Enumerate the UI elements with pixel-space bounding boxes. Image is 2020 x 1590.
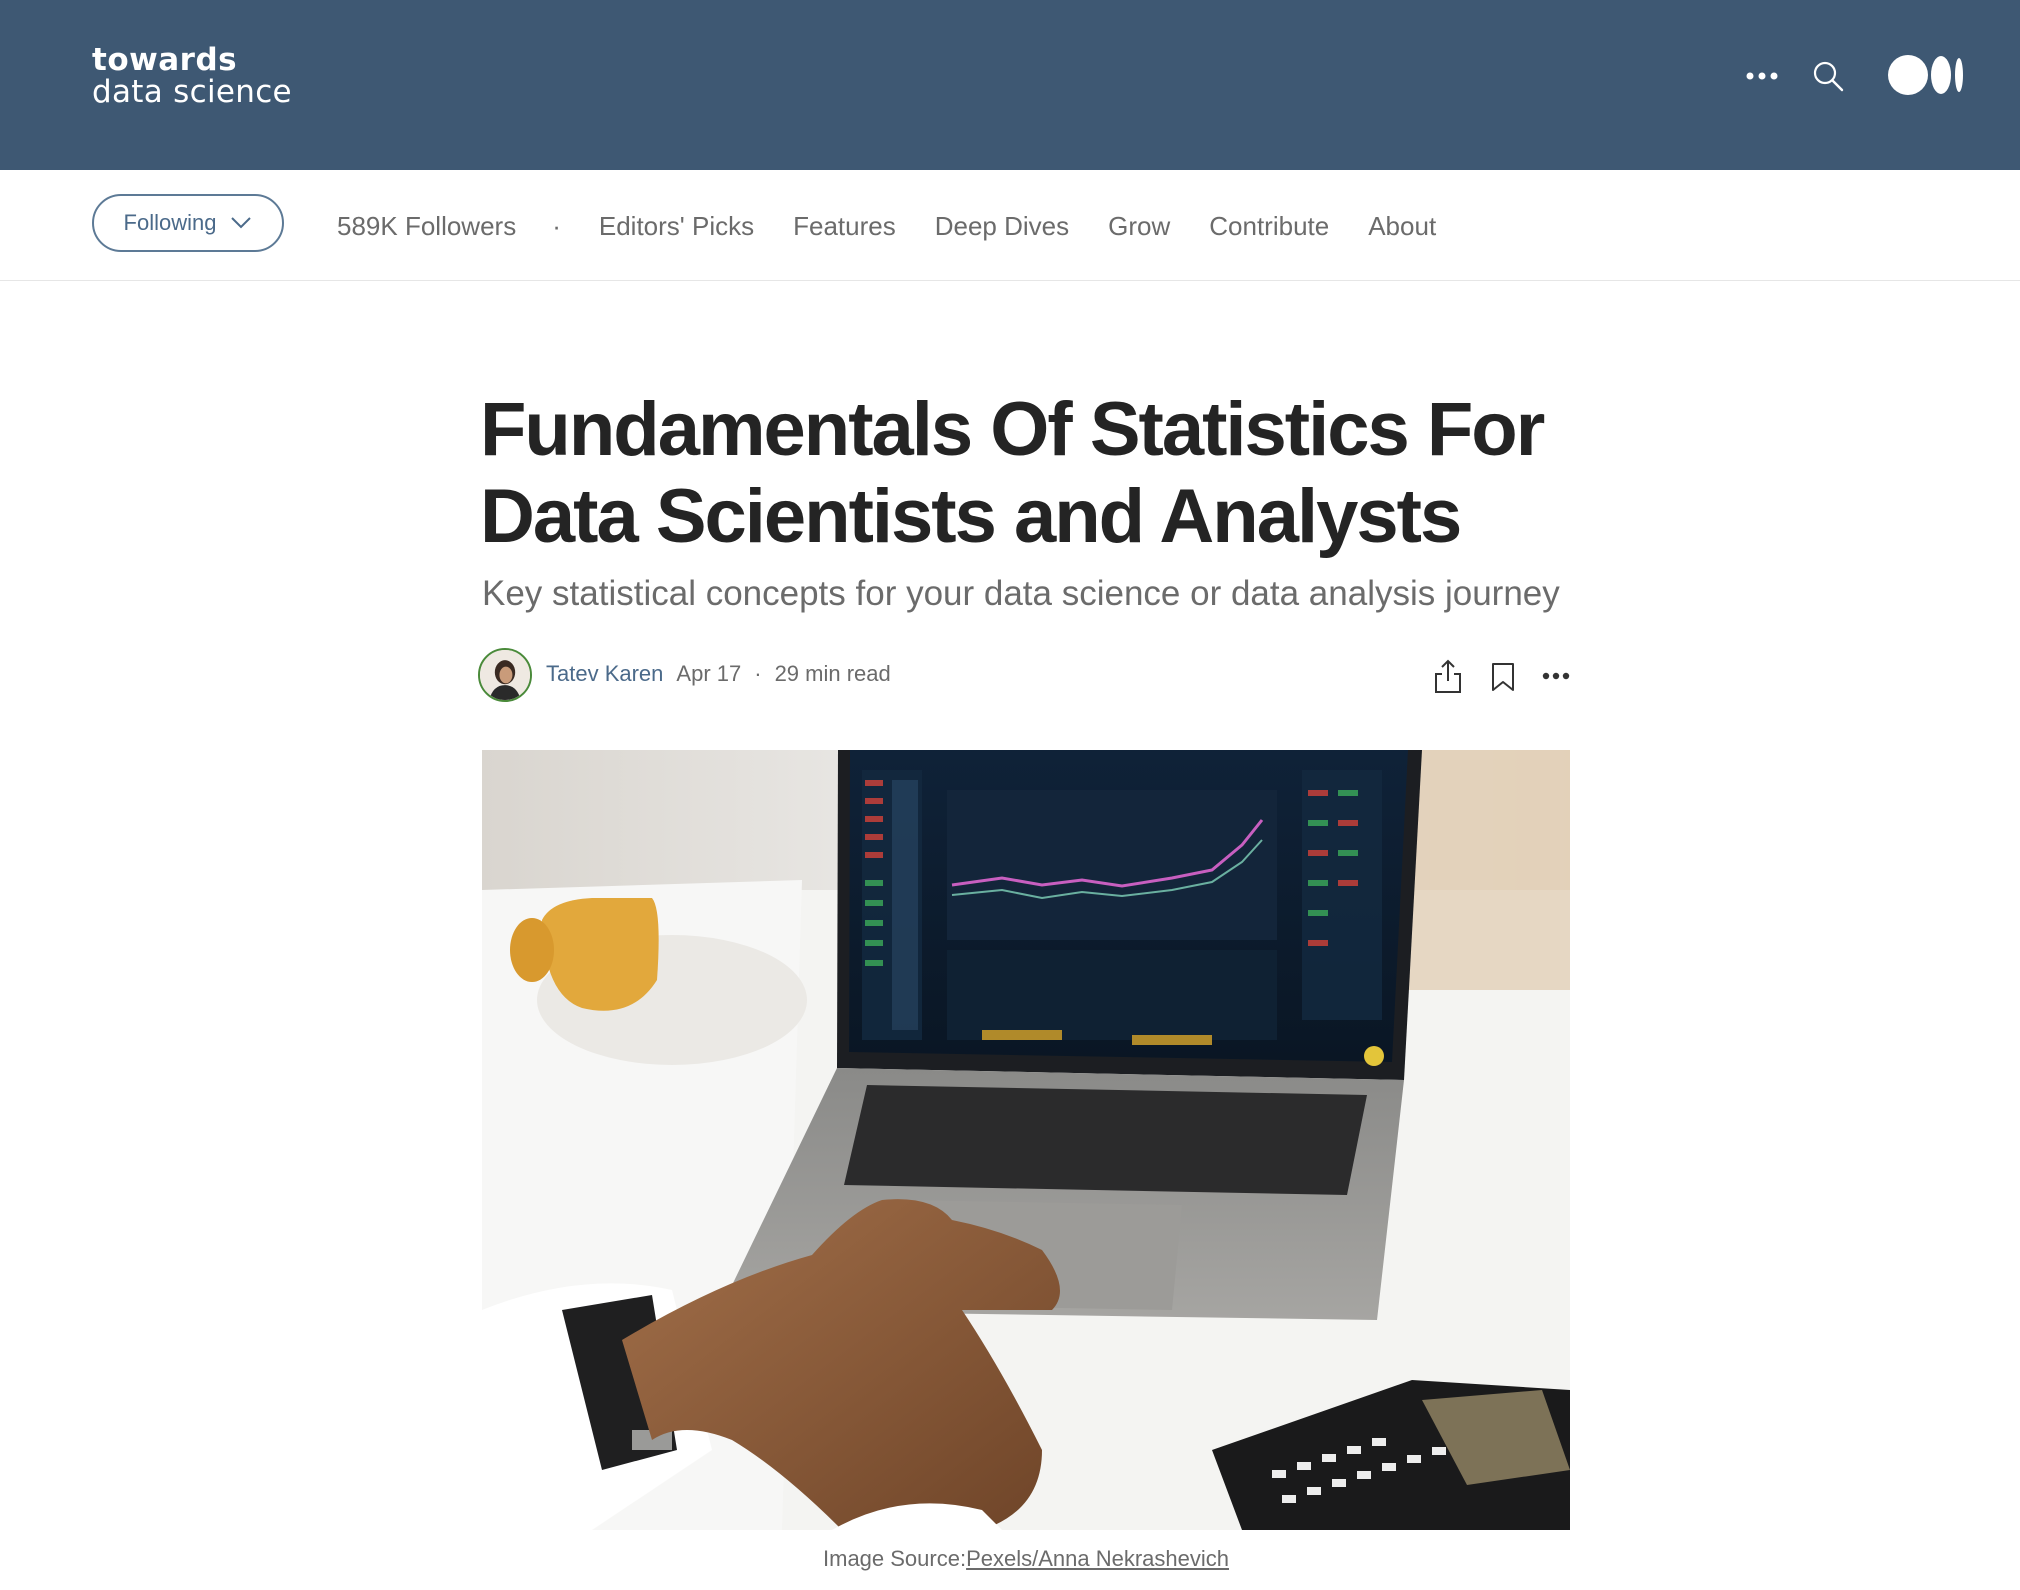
nav-separator: · xyxy=(552,210,561,241)
bookmark-icon[interactable] xyxy=(1490,662,1516,692)
image-caption: Image Source:Pexels/Anna Nekrashevich xyxy=(0,1546,2020,1572)
publish-date: Apr 17 xyxy=(676,661,742,686)
byline-meta: Tatev Karen Apr 17 · 29 min read xyxy=(546,661,891,687)
article-subtitle: Key statistical concepts for your data s… xyxy=(482,574,1560,613)
following-label: Following xyxy=(123,210,217,235)
logo-line-1: towards xyxy=(92,42,238,78)
author-avatar[interactable] xyxy=(478,648,532,702)
nav-link-grow[interactable]: Grow xyxy=(1108,211,1170,242)
nav-links: 589K Followers · Editors' Picks Features… xyxy=(337,206,1475,246)
read-time: 29 min read xyxy=(774,661,891,686)
publication-logo[interactable]: towards data science xyxy=(92,44,292,108)
nav-link-features[interactable]: Features xyxy=(793,211,896,242)
top-header: towards data science xyxy=(0,0,2020,170)
logo-line-2: data science xyxy=(92,74,292,110)
caption-source-link[interactable]: Pexels/Anna Nekrashevich xyxy=(966,1546,1229,1571)
nav-link-deep-dives[interactable]: Deep Dives xyxy=(935,211,1069,242)
followers-count[interactable]: 589K Followers xyxy=(337,211,516,242)
nav-link-about[interactable]: About xyxy=(1368,211,1436,242)
share-icon[interactable] xyxy=(1433,658,1463,694)
nav-link-contribute[interactable]: Contribute xyxy=(1209,211,1329,242)
following-button[interactable]: Following xyxy=(92,194,284,252)
author-name[interactable]: Tatev Karen xyxy=(546,661,663,687)
caption-prefix: Image Source: xyxy=(823,1546,967,1571)
more-icon[interactable] xyxy=(1542,668,1570,684)
nav-link-editors-picks[interactable]: Editors' Picks xyxy=(599,211,754,242)
medium-logo-icon[interactable] xyxy=(1888,54,1964,96)
article-title: Fundamentals Of Statistics For Data Scie… xyxy=(480,387,1545,559)
publication-nav: Following 589K Followers · Editors' Pick… xyxy=(0,170,2020,281)
meta-separator: · xyxy=(754,661,762,686)
article-byline: Tatev Karen Apr 17 · 29 min read xyxy=(478,646,1572,706)
more-icon[interactable] xyxy=(1744,66,1780,86)
hero-image xyxy=(482,750,1570,1530)
chevron-down-icon xyxy=(231,217,252,229)
search-icon[interactable] xyxy=(1810,58,1846,94)
